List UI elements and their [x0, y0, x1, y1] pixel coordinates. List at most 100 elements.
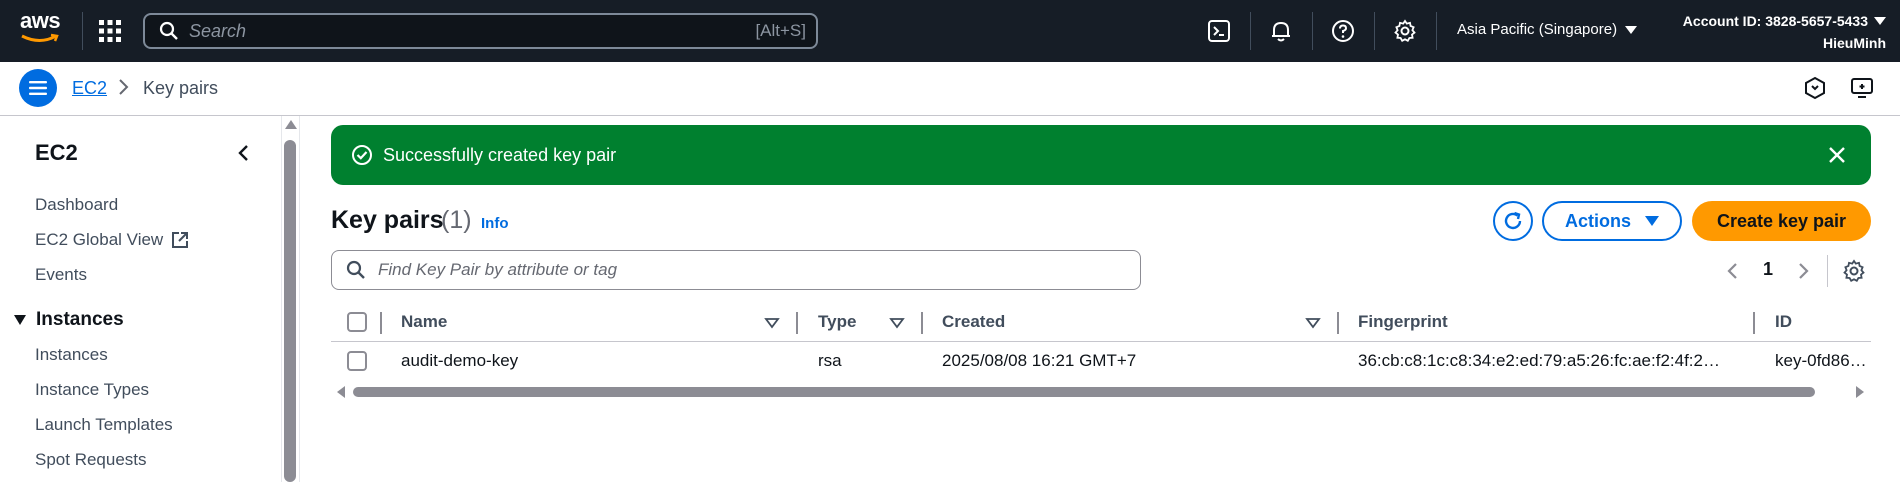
sort-icon[interactable] [889, 315, 905, 331]
hexagon-icon [1805, 76, 1825, 100]
sidebar-item-launch-templates[interactable]: Launch Templates [35, 415, 173, 435]
page-number[interactable]: 1 [1763, 259, 1773, 280]
services-menu-button[interactable] [97, 18, 123, 44]
breadcrumb-link-ec2[interactable]: EC2 [72, 78, 107, 99]
nav-divider [82, 12, 83, 50]
gear-icon[interactable] [1842, 259, 1866, 283]
row-checkbox[interactable] [347, 351, 367, 371]
scrollbar-thumb[interactable] [284, 140, 296, 482]
nav-divider [1374, 12, 1375, 50]
global-search-input[interactable]: Search [Alt+S] [143, 13, 818, 49]
help-button[interactable] [1331, 19, 1355, 43]
chevron-right-icon[interactable] [1794, 260, 1812, 282]
chevron-left-icon[interactable] [1724, 260, 1742, 282]
actions-dropdown-button[interactable]: Actions [1542, 201, 1682, 241]
table-header-divider [331, 341, 1871, 342]
sidebar-divider [299, 116, 300, 482]
account-menu[interactable]: Account ID: 3828-5657-5433 HieuMinh [1683, 10, 1886, 54]
filter-placeholder: Find Key Pair by attribute or tag [378, 260, 618, 279]
column-header-id[interactable]: ID [1775, 312, 1792, 332]
sidebar-item-instance-types[interactable]: Instance Types [35, 380, 149, 400]
sidebar-item-events[interactable]: Events [35, 265, 87, 285]
region-label: Asia Pacific (Singapore) [1457, 21, 1618, 38]
chevron-left-icon[interactable] [233, 142, 255, 164]
sidebar-item-label: Launch Templates [35, 415, 173, 434]
sidebar-scrollbar[interactable] [284, 120, 297, 482]
screen-icon [1851, 78, 1873, 98]
column-resizer[interactable] [796, 312, 798, 334]
column-resizer[interactable] [1337, 312, 1339, 334]
aws-logo[interactable]: aws [20, 10, 64, 50]
nav-divider [1312, 12, 1313, 50]
side-nav-toggle-button[interactable] [19, 69, 57, 107]
search-icon [159, 21, 178, 40]
pager-divider [1827, 255, 1828, 287]
sort-icon[interactable] [1305, 315, 1321, 331]
select-all-checkbox[interactable] [347, 312, 367, 332]
item-count: (1) [441, 206, 472, 234]
column-resizer[interactable] [1753, 312, 1755, 334]
column-header-name[interactable]: Name [401, 312, 447, 332]
notifications-button[interactable] [1269, 19, 1293, 43]
sidebar-item-spot-requests[interactable]: Spot Requests [35, 450, 147, 470]
refresh-button[interactable] [1493, 201, 1533, 241]
top-navigation: aws Search [Alt+S] Asia Pacific (Singapo… [0, 0, 1900, 62]
horizontal-scrollbar-thumb[interactable] [353, 387, 1815, 397]
account-id: Account ID: 3828-5657-5433 [1682, 13, 1868, 29]
info-link[interactable]: Info [481, 215, 509, 232]
breadcrumb-current: Key pairs [143, 78, 219, 98]
sidebar-item-dashboard[interactable]: Dashboard [35, 195, 118, 215]
sidebar-item-label: Events [35, 265, 87, 284]
actions-label: Actions [1564, 210, 1631, 231]
caret-down-icon [1874, 17, 1886, 25]
breadcrumb-bar: EC2 Key pairs [0, 62, 1900, 116]
cell-id: key-0fd86… [1775, 351, 1867, 370]
scroll-up-arrow[interactable] [285, 120, 297, 129]
search-placeholder: Search [189, 20, 247, 41]
create-label: Create key pair [1716, 210, 1847, 231]
external-link-icon [172, 232, 189, 248]
search-shortcut: [Alt+S] [755, 21, 806, 40]
sidebar-title: EC2 [35, 140, 78, 165]
chevron-right-icon [119, 79, 129, 95]
cell-fingerprint: 36:cb:c8:1c:c8:34:e2:ed:79:a5:26:fc:ae:f… [1358, 351, 1720, 370]
sidebar-item-instances[interactable]: Instances [35, 345, 108, 365]
help-panel-button[interactable] [1850, 76, 1874, 100]
smile-icon [21, 33, 59, 42]
filter-input[interactable]: Find Key Pair by attribute or tag [331, 250, 1141, 290]
sidebar-item-label: EC2 Global View [35, 230, 164, 249]
cloudshell-button[interactable] [1207, 19, 1231, 43]
sidebar-section-label: Instances [36, 309, 124, 330]
bell-icon [1272, 21, 1290, 42]
scroll-right-arrow[interactable] [1856, 386, 1864, 398]
sort-icon[interactable] [764, 315, 780, 331]
sidebar-item-label: Spot Requests [35, 450, 147, 469]
refresh-icon [1504, 211, 1522, 230]
settings-button[interactable] [1393, 19, 1417, 43]
sidebar-item-global-view[interactable]: EC2 Global View [35, 230, 189, 250]
column-resizer[interactable] [921, 312, 923, 334]
aws-logo-text: aws [20, 8, 61, 33]
check-circle-icon [352, 145, 372, 165]
close-icon[interactable] [1825, 143, 1849, 167]
column-header-fingerprint[interactable]: Fingerprint [1358, 312, 1448, 332]
column-resizer[interactable] [380, 312, 382, 334]
flash-message: Successfully created key pair [383, 144, 617, 165]
success-flashbar: Successfully created key pair [331, 125, 1871, 185]
region-selector[interactable]: Asia Pacific (Singapore) [1457, 21, 1638, 38]
notifications-panel-button[interactable] [1803, 76, 1827, 100]
caret-down-icon [14, 315, 26, 325]
column-header-type[interactable]: Type [818, 312, 856, 332]
sidebar-item-label: Dashboard [35, 195, 119, 214]
create-key-pair-button[interactable]: Create key pair [1692, 201, 1871, 241]
scroll-left-arrow[interactable] [337, 386, 345, 398]
cell-type: rsa [818, 351, 842, 370]
caret-down-icon [1645, 216, 1659, 226]
caret-down-icon [1625, 25, 1638, 34]
gear-icon [1394, 19, 1416, 43]
grid-icon [99, 20, 121, 42]
column-header-created[interactable]: Created [942, 312, 1005, 332]
side-navigation: EC2 Dashboard EC2 Global View Events Ins… [0, 116, 282, 482]
sidebar-section-instances[interactable]: Instances [14, 309, 124, 331]
sidebar-item-label: Instance Types [35, 380, 150, 399]
